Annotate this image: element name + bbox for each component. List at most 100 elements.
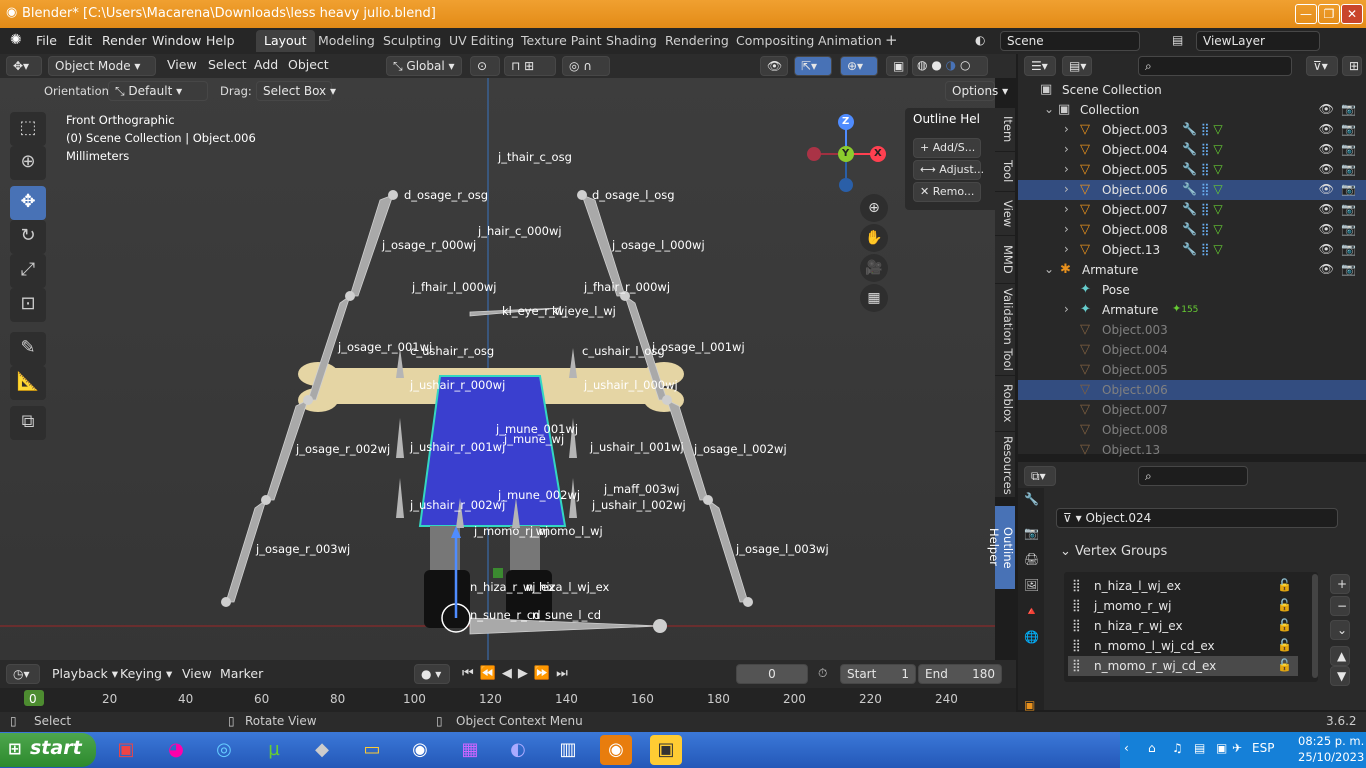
output-props-icon[interactable]: 🖨 [1024,552,1039,566]
timeline-marker-menu[interactable]: Marker [220,666,263,681]
sidebar-tab-item[interactable]: Item [995,108,1015,152]
start-button[interactable]: ⊞ start [0,733,96,767]
outliner-row[interactable]: › ▽ Object.006 🔧 ⣿ ▽ 👁 📷 [1018,180,1366,200]
blender-taskbar-icon[interactable]: ◉ [600,735,632,765]
material-shading-icon[interactable]: ◑ [946,58,956,72]
lock-icon[interactable]: 🔓 [1277,598,1292,612]
timeline-keying-menu[interactable]: Keying ▾ [120,666,172,681]
sidebar-tab-tool[interactable]: Tool [995,152,1015,192]
vertex-group-row[interactable]: ⣿ n_hiza_r_wj_ex 🔓 [1068,616,1298,636]
axis-z-label[interactable]: Z [842,116,849,127]
minimize-button[interactable]: — [1295,4,1317,24]
modifier-icons[interactable]: 🔧 ⣿ ▽ [1182,162,1223,176]
tab-sculpting[interactable]: Sculpting [375,30,449,52]
lock-icon[interactable]: 🔓 [1277,638,1292,652]
move-group-down-button[interactable]: ▼ [1330,666,1350,686]
visibility-eye-icon[interactable]: 👁 [1319,262,1334,276]
render-camera-icon[interactable]: 📷 [1341,262,1356,276]
pan-hand-icon[interactable]: ✋ [860,224,888,252]
lock-icon[interactable]: 🔓 [1277,658,1292,672]
zoom-icon[interactable]: ⊕ [860,194,888,222]
add-workspace-button[interactable]: + [877,28,906,50]
playback-controls[interactable]: ⏮⏪◀▶⏩⏭ [462,666,574,681]
tab-uv-editing[interactable]: UV Editing [441,30,522,52]
remove-vertex-group-button[interactable]: − [1330,596,1350,616]
film-icon[interactable]: ▥ [552,735,584,765]
visibility-eye-icon[interactable]: 👁 [1319,202,1334,216]
end-frame-field[interactable]: End 180 [918,664,1002,684]
object-props-icon[interactable]: ▣ [1024,698,1035,712]
add-vertex-group-button[interactable]: + [1330,574,1350,594]
remove-outline-button[interactable]: ✕ Remo... [913,182,981,202]
outliner-row[interactable]: › ▽ Object.005 🔧 ⣿ ▽ 👁 📷 [1018,160,1366,180]
outliner-row[interactable]: ▽ Object.13 [1018,440,1366,460]
modifier-icons[interactable]: 🔧 ⣿ ▽ [1182,222,1223,236]
proportional-edit-icon[interactable]: ◎ ∩ [562,56,610,76]
media-player-icon[interactable]: ◉ [404,735,436,765]
edge-icon[interactable]: ◎ [208,735,240,765]
wireframe-shading-icon[interactable]: ◍ [917,58,927,72]
vertex-group-specials-button[interactable]: ⌄ [1330,620,1350,640]
menu-file[interactable]: File [36,33,57,48]
modifier-icons[interactable]: 🔧 ⣿ ▽ [1182,142,1223,156]
visibility-icon[interactable]: 👁 [760,56,788,76]
expand-arrow-icon[interactable]: › [1064,222,1069,236]
blender-menu-icon[interactable]: ✺ [10,32,22,48]
outliner-row[interactable]: ▣ Scene Collection [1018,80,1366,100]
expand-arrow-icon[interactable]: › [1064,202,1069,216]
mode-selector[interactable]: Object Mode ▾ [48,56,156,76]
menu-object[interactable]: Object [288,57,329,72]
outliner-row[interactable]: ▽ Object.007 [1018,400,1366,420]
visibility-eye-icon[interactable]: 👁 [1319,182,1334,196]
airplane-icon[interactable]: ✈ [1232,741,1242,755]
render-camera-icon[interactable]: 📷 [1341,222,1356,236]
shading-modes[interactable]: ◍ ● ◑ ○ [912,56,988,76]
language-indicator[interactable]: ESP [1252,741,1274,755]
visibility-eye-icon[interactable]: 👁 [1319,122,1334,136]
snap-icon[interactable]: ⊓ ⊞ [504,56,556,76]
tray-expand-icon[interactable]: ‹ [1124,741,1129,755]
3d-viewport[interactable]: Orientation: ⤡ Default ▾ Drag: Select Bo… [0,78,1008,660]
tab-layout[interactable]: Layout [256,30,315,52]
sidebar-tab-mmd[interactable]: MMD [995,236,1015,284]
outliner-filter-icon[interactable]: ⊽▾ [1306,56,1338,76]
expand-arrow-icon[interactable]: › [1064,242,1069,256]
render-camera-icon[interactable]: 📷 [1341,102,1356,116]
menu-view[interactable]: View [167,57,197,72]
rendered-shading-icon[interactable]: ○ [960,58,970,72]
render-camera-icon[interactable]: 📷 [1341,202,1356,216]
outliner-row[interactable]: › ▽ Object.008 🔧 ⣿ ▽ 👁 📷 [1018,220,1366,240]
expand-arrow-icon[interactable]: › [1064,122,1069,136]
outliner-row[interactable]: › ▽ Object.003 🔧 ⣿ ▽ 👁 📷 [1018,120,1366,140]
record-button[interactable]: ● ▾ [414,664,450,684]
new-collection-icon[interactable]: ⊞ [1342,56,1362,76]
menu-edit[interactable]: Edit [68,33,92,48]
expand-arrow-icon[interactable]: › [1064,182,1069,196]
tab-texture-paint[interactable]: Texture Paint [513,30,610,52]
outliner-row[interactable]: ▽ Object.003 [1018,320,1366,340]
outliner-search-input[interactable]: ⌕ [1138,56,1292,76]
start-menu-icon[interactable]: ▦ [454,735,486,765]
outliner-row[interactable]: › ▽ Object.004 🔧 ⣿ ▽ 👁 📷 [1018,140,1366,160]
lock-icon[interactable]: 🔓 [1277,578,1292,592]
scene-selector[interactable]: Scene [1000,31,1140,51]
outliner-row[interactable]: ▽ Object.008 [1018,420,1366,440]
render-camera-icon[interactable]: 📷 [1341,162,1356,176]
tab-modeling[interactable]: Modeling [310,30,383,52]
outliner-row[interactable]: › ✦ Armature ✦155 [1018,300,1366,320]
maximize-button[interactable]: ❐ [1318,4,1340,24]
expand-arrow-icon[interactable]: ⌄ [1044,102,1054,116]
menu-select[interactable]: Select [208,57,247,72]
start-frame-field[interactable]: Start 1 [840,664,916,684]
timeline-playback-menu[interactable]: Playback ▾ [52,666,118,681]
vertex-group-row[interactable]: ⣿ n_momo_r_wj_cd_ex 🔓 [1068,656,1298,676]
ortho-grid-icon[interactable]: ▦ [860,284,888,312]
render-camera-icon[interactable]: 📷 [1341,122,1356,136]
render-camera-icon[interactable]: 📷 [1341,182,1356,196]
app-icon[interactable]: ◆ [306,735,338,765]
expand-arrow-icon[interactable]: › [1064,142,1069,156]
visibility-eye-icon[interactable]: 👁 [1319,222,1334,236]
lock-icon[interactable]: 🔓 [1277,618,1292,632]
outliner-row[interactable]: › ▽ Object.13 🔧 ⣿ ▽ 👁 📷 [1018,240,1366,260]
vertex-group-row[interactable]: ⣿ n_momo_l_wj_cd_ex 🔓 [1068,636,1298,656]
